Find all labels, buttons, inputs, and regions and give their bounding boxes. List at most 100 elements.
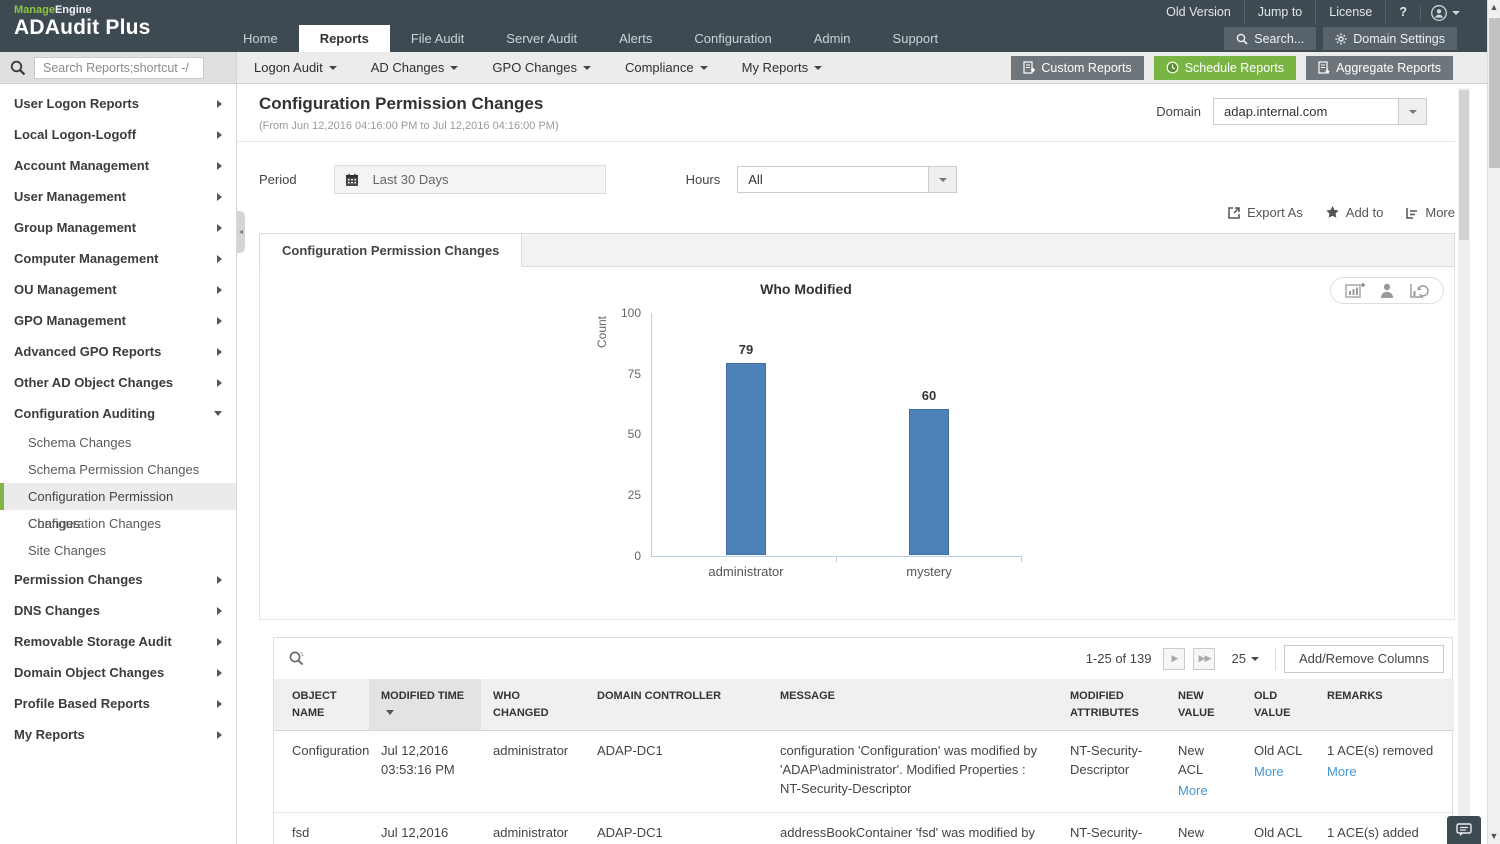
sidebar-item-group-management[interactable]: Group Management [0, 212, 236, 243]
col-object-name[interactable]: OBJECT NAME [274, 679, 369, 731]
sidebar-item-user-logon-reports[interactable]: User Logon Reports [0, 88, 236, 119]
gear-icon [1335, 33, 1347, 45]
hours-label: Hours [686, 172, 721, 187]
sidebar-item-removable-storage-audit[interactable]: Removable Storage Audit [0, 626, 236, 657]
menu-gpo-changes[interactable]: GPO Changes [475, 52, 608, 84]
menu-compliance[interactable]: Compliance [608, 52, 725, 84]
content-scrollbar-thumb[interactable] [1459, 90, 1469, 240]
help-icon[interactable]: ? [1385, 0, 1420, 25]
chart-area: Who Modified Count 100 75 50 25 0 79 60 … [259, 267, 1455, 620]
page-size-select[interactable]: 25 [1223, 651, 1266, 666]
sidebar-subitem-schema-changes[interactable]: Schema Changes [0, 429, 236, 456]
domain-select[interactable]: adap.internal.com [1213, 98, 1427, 125]
export-as-button[interactable]: Export As [1227, 205, 1303, 220]
user-chart-icon[interactable] [1379, 282, 1395, 299]
add-chart-icon[interactable] [1345, 282, 1365, 299]
menu-logon-audit[interactable]: Logon Audit [237, 52, 354, 84]
add-to-button[interactable]: Add to [1325, 205, 1384, 220]
sidebar-subitem-schema-permission-changes[interactable]: Schema Permission Changes [0, 456, 236, 483]
col-who-changed[interactable]: WHO CHANGED [481, 679, 585, 731]
hours-select[interactable]: All [737, 166, 957, 193]
period-picker[interactable]: Last 30 Days [334, 165, 606, 194]
sidebar-item-label: User Logon Reports [14, 88, 139, 119]
page-scrollbar-thumb[interactable] [1489, 18, 1500, 168]
refresh-chart-icon[interactable] [1409, 282, 1429, 299]
bar-mystery[interactable] [909, 409, 949, 555]
menu-ad-changes[interactable]: AD Changes [354, 52, 476, 84]
sidebar-subitem-configuration-changes[interactable]: Configuration Changes [0, 510, 236, 537]
sidebar-subitem-site-changes[interactable]: Site Changes [0, 537, 236, 564]
sidebar-item-advanced-gpo-reports[interactable]: Advanced GPO Reports [0, 336, 236, 367]
nav-tab-file-audit[interactable]: File Audit [390, 25, 485, 52]
sidebar-item-label: Local Logon-Logoff [14, 119, 136, 150]
sidebar-item-permission-changes[interactable]: Permission Changes [0, 564, 236, 595]
col-message[interactable]: MESSAGE [768, 679, 1058, 731]
more-actions-button[interactable]: More [1405, 205, 1455, 220]
aggregate-reports-button[interactable]: Aggregate Reports [1306, 56, 1453, 80]
new-value-text: New ACL [1178, 743, 1204, 777]
sidebar-subitem-configuration-permission-changes[interactable]: Configuration Permission Changes [0, 483, 236, 510]
sidebar-item-configuration-auditing[interactable]: Configuration Auditing [0, 398, 236, 429]
chevron-right-icon [217, 638, 222, 646]
old-value-more-link[interactable]: More [1254, 763, 1284, 782]
col-modified-attributes[interactable]: MODIFIED ATTRIBUTES [1058, 679, 1166, 731]
table-row: fsd Jul 12,2016 03:19:59 PM administrato… [274, 812, 1454, 844]
sidebar-item-profile-based-reports[interactable]: Profile Based Reports [0, 688, 236, 719]
sidebar-item-gpo-management[interactable]: GPO Management [0, 305, 236, 336]
sidebar-item-dns-changes[interactable]: DNS Changes [0, 595, 236, 626]
aggregate-reports-label: Aggregate Reports [1336, 61, 1441, 75]
scroll-up-arrow[interactable]: ▲ [1488, 0, 1500, 15]
nav-tab-alerts[interactable]: Alerts [598, 25, 673, 52]
old-version-link[interactable]: Old Version [1153, 0, 1244, 25]
search-reports-input[interactable] [34, 57, 204, 79]
next-page-button[interactable]: ▶ [1163, 648, 1185, 670]
bar-administrator[interactable] [726, 363, 766, 555]
sidebar-item-user-management[interactable]: User Management [0, 181, 236, 212]
col-modified-time[interactable]: MODIFIED TIME [369, 679, 481, 731]
last-page-button[interactable]: ▶▶ [1193, 648, 1215, 670]
results-table-panel: 1-25 of 139 ▶ ▶▶ 25 Add/Remove Columns O… [273, 637, 1453, 844]
sidebar-collapse-handle[interactable]: ◄ [237, 211, 245, 253]
nav-tab-support[interactable]: Support [872, 25, 960, 52]
col-domain-controller[interactable]: DOMAIN CONTROLLER [585, 679, 768, 731]
schedule-reports-button[interactable]: Schedule Reports [1154, 56, 1296, 80]
nav-tab-home[interactable]: Home [222, 25, 299, 52]
sidebar-item-other-ad-object-changes[interactable]: Other AD Object Changes [0, 367, 236, 398]
nav-tab-server-audit[interactable]: Server Audit [485, 25, 598, 52]
feedback-chat-button[interactable] [1447, 816, 1481, 844]
logo-brand-green: Manage [14, 4, 55, 16]
page-scrollbar[interactable]: ▲ ▼ [1487, 0, 1500, 844]
chevron-right-icon [217, 731, 222, 739]
sidebar-item-computer-management[interactable]: Computer Management [0, 243, 236, 274]
chevron-right-icon [217, 286, 222, 294]
sidebar-item-account-management[interactable]: Account Management [0, 150, 236, 181]
sidebar-item-ou-management[interactable]: OU Management [0, 274, 236, 305]
menu-my-reports[interactable]: My Reports [725, 52, 839, 84]
tab-configuration-permission-changes[interactable]: Configuration Permission Changes [260, 234, 522, 267]
chevron-down-icon [583, 66, 591, 70]
add-remove-columns-button[interactable]: Add/Remove Columns [1284, 645, 1444, 673]
sidebar-item-local-logon-logoff[interactable]: Local Logon-Logoff [0, 119, 236, 150]
sidebar-item-my-reports[interactable]: My Reports [0, 719, 236, 750]
custom-reports-button[interactable]: Custom Reports [1011, 56, 1143, 80]
table-search-icon[interactable] [288, 650, 305, 667]
new-value-more-link[interactable]: More [1178, 782, 1208, 801]
col-old-value[interactable]: OLD VALUE [1242, 679, 1315, 731]
global-search-button[interactable]: Search... [1224, 27, 1316, 50]
domain-label: Domain [1156, 104, 1201, 119]
col-remarks[interactable]: REMARKS [1315, 679, 1454, 731]
remarks-more-link[interactable]: More [1327, 763, 1357, 782]
report-panel: Configuration Permission Changes Who Mod… [259, 233, 1455, 620]
nav-tab-configuration[interactable]: Configuration [673, 25, 792, 52]
domain-settings-button[interactable]: Domain Settings [1323, 27, 1457, 50]
sidebar-item-domain-object-changes[interactable]: Domain Object Changes [0, 657, 236, 688]
scroll-down-arrow[interactable]: ▼ [1488, 829, 1500, 844]
license-link[interactable]: License [1315, 0, 1385, 25]
user-menu[interactable] [1420, 5, 1470, 21]
content-scrollbar[interactable] [1458, 88, 1470, 844]
jump-to-link[interactable]: Jump to [1244, 0, 1315, 25]
cell-new-value: New ACLMore [1166, 812, 1242, 844]
col-new-value[interactable]: NEW VALUE [1166, 679, 1242, 731]
nav-tab-admin[interactable]: Admin [793, 25, 872, 52]
nav-tab-reports[interactable]: Reports [299, 25, 390, 52]
